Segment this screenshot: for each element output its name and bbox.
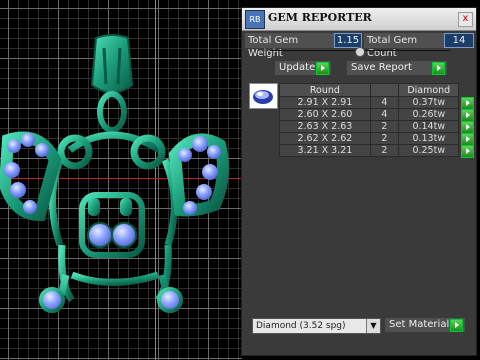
gem-size: 3.21 X 3.21 bbox=[279, 144, 371, 157]
update-label: Update bbox=[279, 62, 316, 73]
table-row[interactable]: 3.21 X 3.21 2 0.25tw bbox=[279, 144, 476, 158]
total-gem-count-label: Total Gem Count bbox=[364, 33, 446, 59]
save-report-button[interactable]: Save Report bbox=[347, 61, 447, 75]
gem-size: 2.63 X 2.63 bbox=[279, 120, 371, 133]
material-selected-value: Diamond (3.52 spg) bbox=[256, 321, 346, 331]
close-icon[interactable]: x bbox=[458, 12, 473, 27]
head-frame bbox=[49, 131, 178, 303]
gem-count: 2 bbox=[369, 144, 400, 157]
round-gem-icon[interactable] bbox=[249, 83, 278, 109]
table-row[interactable]: 2.60 X 2.60 4 0.26tw bbox=[279, 108, 476, 122]
table-row[interactable]: 2.91 X 2.91 4 0.37tw bbox=[279, 96, 476, 110]
green-arrow-icon[interactable] bbox=[461, 144, 475, 158]
gem-weight: 0.14tw bbox=[398, 120, 460, 133]
gem-table: Round Diamond 2.91 X 2.91 4 0.37tw 2.60 … bbox=[279, 83, 476, 158]
total-gem-weight-label: Total Gem Weight bbox=[245, 33, 336, 59]
size-slider-knob[interactable] bbox=[355, 47, 365, 57]
gem-reporter-panel: RB GEM REPORTER x Total Gem Weight 1.15 … bbox=[241, 7, 477, 356]
set-material-label: Set Material bbox=[389, 319, 450, 330]
gem-size: 2.91 X 2.91 bbox=[279, 96, 371, 109]
feet bbox=[39, 287, 183, 313]
gem-size: 2.60 X 2.60 bbox=[279, 108, 371, 121]
gem-weight: 0.25tw bbox=[398, 144, 460, 157]
green-arrow-icon bbox=[450, 319, 463, 332]
update-button[interactable]: Update bbox=[275, 61, 331, 75]
gem-weight: 0.26tw bbox=[398, 108, 460, 121]
green-arrow-icon bbox=[316, 62, 329, 75]
gem-weight: 0.13tw bbox=[398, 132, 460, 145]
total-gem-count-value: 14 bbox=[444, 33, 474, 48]
col-header-material: Diamond bbox=[398, 83, 460, 97]
table-row[interactable]: 2.63 X 2.63 2 0.14tw bbox=[279, 120, 476, 134]
total-gem-weight-value: 1.15 bbox=[334, 33, 362, 48]
set-material-button[interactable]: Set Material bbox=[385, 318, 465, 332]
green-arrow-icon bbox=[432, 62, 445, 75]
gem-count: 2 bbox=[369, 120, 400, 133]
chevron-down-icon[interactable]: ▼ bbox=[366, 319, 380, 333]
panel-titlebar[interactable]: RB GEM REPORTER x bbox=[242, 8, 476, 31]
table-row[interactable]: 2.62 X 2.62 2 0.13tw bbox=[279, 132, 476, 146]
gem-size: 2.62 X 2.62 bbox=[279, 132, 371, 145]
col-header-count bbox=[369, 83, 400, 97]
gem-count: 4 bbox=[369, 108, 400, 121]
app-icon: RB bbox=[245, 10, 265, 29]
pendant-model[interactable] bbox=[0, 0, 242, 360]
col-header-shape: Round bbox=[279, 83, 371, 97]
gem-count: 2 bbox=[369, 132, 400, 145]
snout bbox=[79, 192, 145, 258]
save-report-label: Save Report bbox=[351, 62, 412, 73]
right-ear bbox=[168, 133, 230, 217]
bail bbox=[90, 34, 134, 133]
material-select[interactable]: Diamond (3.52 spg) ▼ bbox=[252, 318, 381, 334]
gem-weight: 0.37tw bbox=[398, 96, 460, 109]
3d-viewport[interactable] bbox=[0, 0, 242, 360]
left-ear bbox=[0, 131, 62, 222]
gem-count: 4 bbox=[369, 96, 400, 109]
panel-title: GEM REPORTER bbox=[268, 11, 372, 24]
